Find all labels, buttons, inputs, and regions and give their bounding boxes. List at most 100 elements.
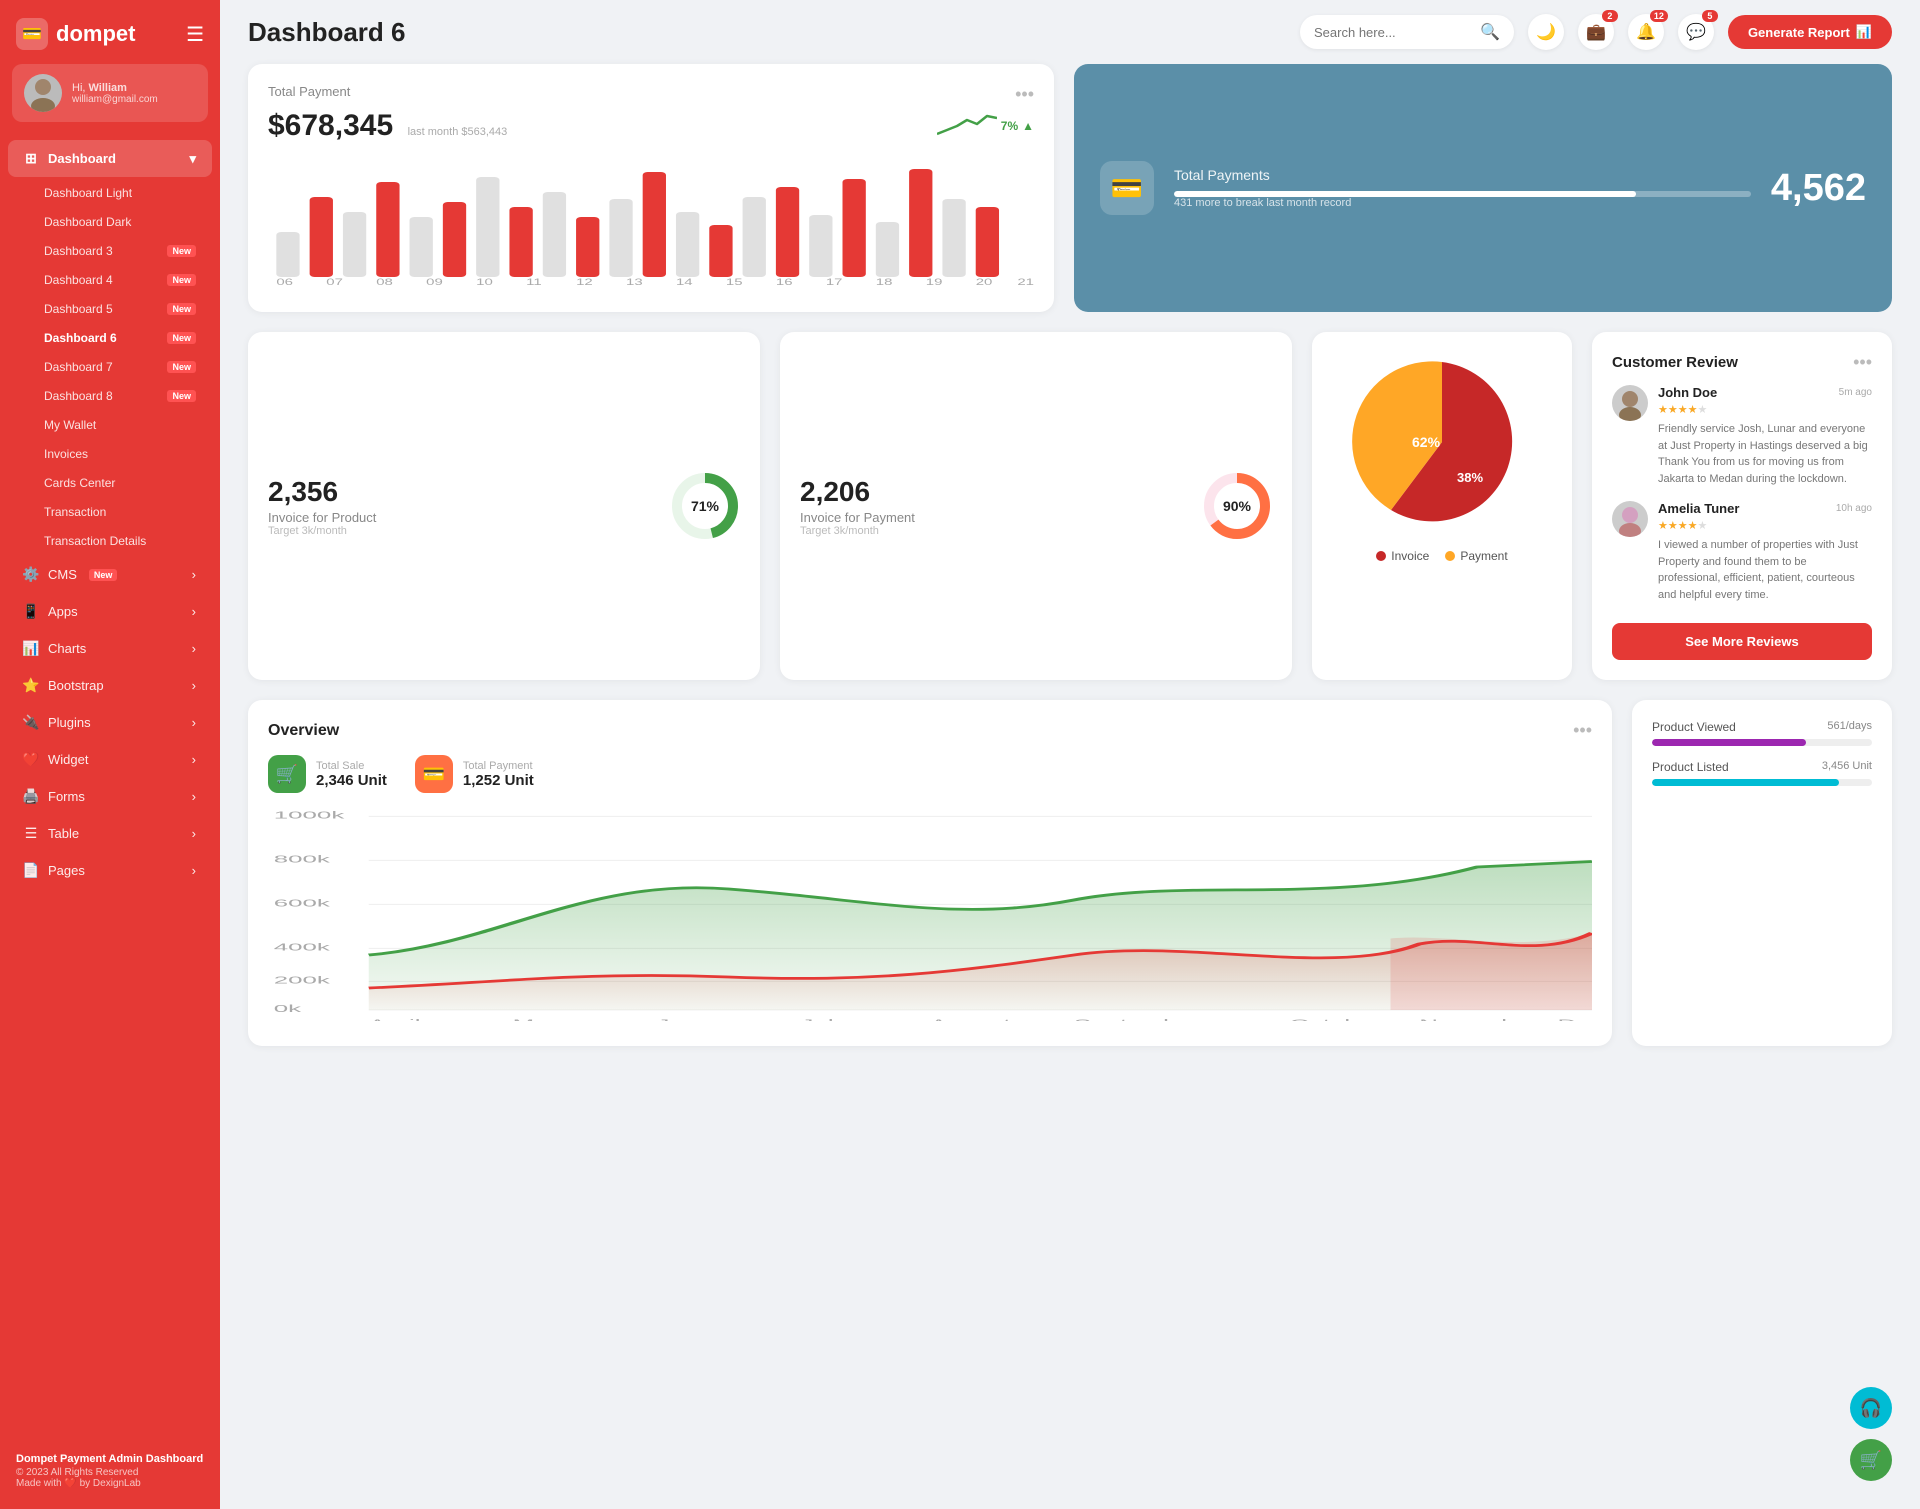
chevron-right-icon: › [192, 604, 196, 619]
svg-text:400k: 400k [274, 942, 330, 953]
chevron-right-icon: › [192, 789, 196, 804]
svg-text:August: August [930, 1018, 1011, 1021]
svg-text:14: 14 [676, 277, 693, 287]
nav-item-dashboard-dark[interactable]: Dashboard Dark [8, 208, 212, 236]
svg-text:May: May [513, 1018, 562, 1021]
review-title: Customer Review [1612, 354, 1738, 371]
forms-icon: 🖨️ [22, 788, 40, 805]
svg-text:November: November [1419, 1018, 1539, 1021]
nav-apps[interactable]: 📱Apps › [8, 594, 212, 629]
notification-btn[interactable]: 🔔 12 [1628, 14, 1664, 50]
nav-item-invoices[interactable]: Invoices [8, 440, 212, 468]
nav-item-mywallet[interactable]: My Wallet [8, 411, 212, 439]
svg-text:June: June [657, 1018, 713, 1021]
payments-sub: 431 more to break last month record [1174, 197, 1751, 209]
payment-stat-val: 1,252 Unit [463, 772, 534, 789]
invoice-payment-label: Invoice for Payment [800, 510, 915, 525]
trend-badge: 7% ▲ [937, 112, 1034, 140]
user-email: william@gmail.com [72, 94, 158, 105]
svg-text:600k: 600k [274, 898, 330, 909]
total-payment-card: Total Payment ••• $678,345 last month $5… [248, 64, 1054, 312]
svg-text:71%: 71% [691, 498, 720, 514]
nav-forms[interactable]: 🖨️Forms › [8, 779, 212, 814]
product-listed-label: Product Listed [1652, 760, 1729, 774]
row-3: Overview ••• 🛒 Total Sale 2,346 Unit 💳 [248, 700, 1892, 1046]
search-input[interactable] [1314, 25, 1474, 40]
payments-info: Total Payments 431 more to break last mo… [1174, 167, 1751, 209]
fab-area: 🎧 🛒 [1850, 1387, 1892, 1481]
invoice-payment-card: 2,206 Invoice for Payment Target 3k/mont… [780, 332, 1292, 680]
reviewer-text-2: I viewed a number of properties with Jus… [1658, 537, 1872, 603]
nav-pages[interactable]: 📄Pages › [8, 853, 212, 888]
support-fab[interactable]: 🎧 [1850, 1387, 1892, 1429]
cart-fab[interactable]: 🛒 [1850, 1439, 1892, 1481]
reviewer-text-1: Friendly service Josh, Lunar and everyon… [1658, 421, 1872, 487]
overview-menu-dots[interactable]: ••• [1573, 720, 1592, 741]
payment-menu-dots[interactable]: ••• [1015, 84, 1034, 105]
nav-item-dashboard6[interactable]: Dashboard 6 New [8, 324, 212, 352]
svg-text:21: 21 [1017, 277, 1034, 287]
reviewer-name-2: Amelia Tuner [1658, 501, 1739, 516]
invoice-product-donut: 71% [670, 471, 740, 541]
svg-text:20: 20 [976, 277, 993, 287]
invoice-legend-dot [1376, 551, 1386, 561]
chevron-right-icon: › [192, 752, 196, 767]
nav-widget[interactable]: ❤️Widget › [8, 742, 212, 777]
charts-icon: 📊 [22, 640, 40, 657]
payments-wallet-icon: 💳 [1100, 161, 1154, 215]
pages-icon: 📄 [22, 862, 40, 879]
app-name: dompet [56, 21, 135, 47]
chevron-right-icon: › [192, 678, 196, 693]
product-viewed: Product Viewed 561/days [1652, 720, 1872, 746]
nav-item-transaction[interactable]: Transaction [8, 498, 212, 526]
chat-btn[interactable]: 💬 5 [1678, 14, 1714, 50]
nav-item-dashboard-light[interactable]: Dashboard Light [8, 179, 212, 207]
invoice-product-value: 2,356 [268, 476, 376, 508]
payment-last-month: last month $563,443 [408, 126, 508, 138]
nav-item-transaction-details[interactable]: Transaction Details [8, 527, 212, 555]
reviewer-avatar-2 [1612, 501, 1648, 537]
topbar: Dashboard 6 🔍 🌙 💼 2 🔔 12 💬 5 Generate Re… [220, 0, 1920, 64]
sale-val: 2,346 Unit [316, 772, 387, 789]
hamburger-icon[interactable]: ☰ [186, 22, 204, 47]
nav-item-dashboard8[interactable]: Dashboard 8 New [8, 382, 212, 410]
nav-item-dashboard7[interactable]: Dashboard 7 New [8, 353, 212, 381]
review-menu-dots[interactable]: ••• [1853, 352, 1872, 373]
generate-report-button[interactable]: Generate Report 📊 [1728, 15, 1892, 49]
svg-text:08: 08 [376, 277, 393, 287]
dashboard-content: Total Payment ••• $678,345 last month $5… [220, 64, 1920, 1074]
review-item-2: Amelia Tuner 10h ago ★★★★★ I viewed a nu… [1612, 501, 1872, 603]
search-box[interactable]: 🔍 [1300, 15, 1514, 49]
nav-dashboard[interactable]: ⊞ Dashboard ▾ [8, 140, 212, 177]
nav-item-dashboard4[interactable]: Dashboard 4 New [8, 266, 212, 294]
legend-payment: Payment [1445, 549, 1507, 563]
svg-text:1000k: 1000k [274, 810, 345, 821]
payments-value: 4,562 [1771, 167, 1866, 210]
svg-text:0k: 0k [274, 1004, 302, 1015]
nav-plugins[interactable]: 🔌Plugins › [8, 705, 212, 740]
nav-bootstrap[interactable]: ⭐Bootstrap › [8, 668, 212, 703]
row-2: 2,356 Invoice for Product Target 3k/mont… [248, 332, 1892, 680]
svg-text:July: July [800, 1018, 846, 1021]
nav-cms[interactable]: ⚙️CMS New › [8, 557, 212, 592]
nav-item-dashboard3[interactable]: Dashboard 3 New [8, 237, 212, 265]
nav-item-dashboard5[interactable]: Dashboard 5 New [8, 295, 212, 323]
customer-review-card: Customer Review ••• John Doe 5m ago ★★★★… [1592, 332, 1892, 680]
dark-mode-btn[interactable]: 🌙 [1528, 14, 1564, 50]
sidebar: 💳 dompet ☰ Hi, William william@gmail.com… [0, 0, 220, 1509]
review-header: Customer Review ••• [1612, 352, 1872, 373]
total-payments-blue-card: 💳 Total Payments 431 more to break last … [1074, 64, 1892, 312]
nav-item-cardscenter[interactable]: Cards Center [8, 469, 212, 497]
nav-table[interactable]: ☰Table › [8, 816, 212, 851]
logo-icon: 💳 [16, 18, 48, 50]
wallet-btn[interactable]: 💼 2 [1578, 14, 1614, 50]
see-more-reviews-button[interactable]: See More Reviews [1612, 623, 1872, 660]
page-title: Dashboard 6 [248, 17, 406, 48]
user-profile: Hi, William william@gmail.com [12, 64, 208, 122]
svg-text:200k: 200k [274, 975, 330, 986]
chevron-right-icon: › [192, 715, 196, 730]
sale-label: Total Sale [316, 760, 387, 772]
nav-charts[interactable]: 📊Charts › [8, 631, 212, 666]
payment-icon: 💳 [415, 755, 453, 793]
reviewer-stars-1: ★★★★★ [1658, 400, 1872, 418]
